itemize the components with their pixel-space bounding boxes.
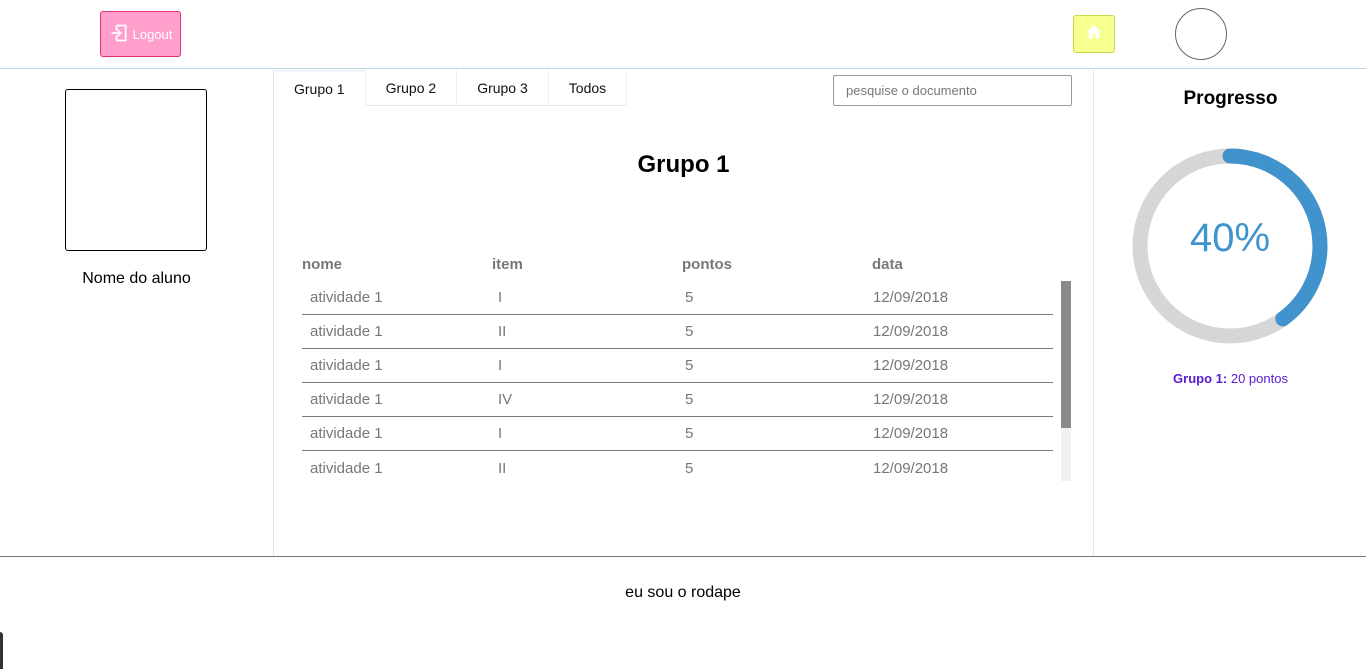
logout-label: Logout xyxy=(132,26,173,42)
cell-data: 12/09/2018 xyxy=(873,459,949,477)
cell-data: 12/09/2018 xyxy=(873,391,949,408)
logout-icon xyxy=(109,23,129,46)
group-tabs: Grupo 1 Grupo 2 Grupo 3 Todos xyxy=(274,70,628,106)
table-row: atividade 1 I 5 12/09/2018 xyxy=(302,281,1053,315)
cell-data: 12/09/2018 xyxy=(873,357,949,374)
student-panel: Nome do aluno xyxy=(0,70,274,556)
cell-item: II xyxy=(498,459,507,477)
cell-nome: atividade 1 xyxy=(310,425,383,442)
cell-nome: atividade 1 xyxy=(310,323,383,340)
progress-panel: Progresso 40% Grupo 1: 20 pontos xyxy=(1093,70,1366,556)
table-row: atividade 1 IV 5 12/09/2018 xyxy=(302,383,1053,417)
footer: eu sou o rodape xyxy=(0,556,1366,669)
student-name: Nome do aluno xyxy=(82,270,191,287)
page-title: Grupo 1 xyxy=(637,151,730,178)
cell-pontos: 5 xyxy=(685,459,694,477)
tab-grupo-3[interactable]: Grupo 3 xyxy=(457,70,549,106)
cell-nome: atividade 1 xyxy=(310,289,383,306)
cell-pontos: 5 xyxy=(685,391,694,408)
home-icon xyxy=(1085,23,1103,46)
table-scrollbar-thumb[interactable] xyxy=(1061,281,1071,428)
column-header-pontos: pontos xyxy=(682,256,732,273)
cell-pontos: 5 xyxy=(685,425,694,442)
group-points-label: Grupo 1: xyxy=(1173,371,1228,386)
cell-item: I xyxy=(498,425,503,442)
home-button[interactable] xyxy=(1073,15,1115,53)
cell-item: I xyxy=(498,289,503,306)
table-row: atividade 1 I 5 12/09/2018 xyxy=(302,349,1053,383)
corner-tab xyxy=(0,632,3,669)
cell-nome: atividade 1 xyxy=(310,357,383,374)
tab-grupo-2[interactable]: Grupo 2 xyxy=(365,70,458,106)
column-header-nome: nome xyxy=(302,256,343,273)
student-photo xyxy=(65,89,207,251)
progress-percent: 40% xyxy=(1189,216,1271,260)
cell-pontos: 5 xyxy=(685,357,694,374)
table-row: atividade 1 II 5 12/09/2018 xyxy=(302,315,1053,349)
group-points-value: 20 pontos xyxy=(1230,371,1288,386)
cell-data: 12/09/2018 xyxy=(873,323,949,340)
cell-data: 12/09/2018 xyxy=(873,425,949,442)
cell-nome: atividade 1 xyxy=(310,459,383,477)
activities-table-body[interactable]: atividade 1 I 5 12/09/2018 atividade 1 I… xyxy=(302,281,1071,481)
cell-pontos: 5 xyxy=(685,289,694,306)
table-row: atividade 1 II 5 12/09/2018 xyxy=(302,451,1053,481)
footer-text: eu sou o rodape xyxy=(625,584,741,601)
cell-item: IV xyxy=(498,391,513,408)
cell-item: I xyxy=(498,357,503,374)
cell-nome: atividade 1 xyxy=(310,391,383,408)
progress-title: Progresso xyxy=(1183,88,1278,109)
header: Logout xyxy=(0,0,1366,69)
tab-todos[interactable]: Todos xyxy=(548,70,628,106)
cell-pontos: 5 xyxy=(685,323,694,340)
avatar[interactable] xyxy=(1175,8,1227,60)
tab-grupo-1[interactable]: Grupo 1 xyxy=(274,70,366,106)
column-header-item: item xyxy=(492,256,523,273)
activities-panel: Grupo 1 Grupo 2 Grupo 3 Todos Grupo 1 no… xyxy=(274,70,1093,556)
group-points: Grupo 1: 20 pontos xyxy=(1094,371,1366,386)
table-row: atividade 1 I 5 12/09/2018 xyxy=(302,417,1053,451)
column-header-data: data xyxy=(872,256,903,273)
cell-data: 12/09/2018 xyxy=(873,289,949,306)
logout-button[interactable]: Logout xyxy=(100,11,181,57)
cell-item: II xyxy=(498,323,507,340)
search-input[interactable] xyxy=(833,75,1072,106)
table-header: nome item pontos data xyxy=(302,256,1062,274)
